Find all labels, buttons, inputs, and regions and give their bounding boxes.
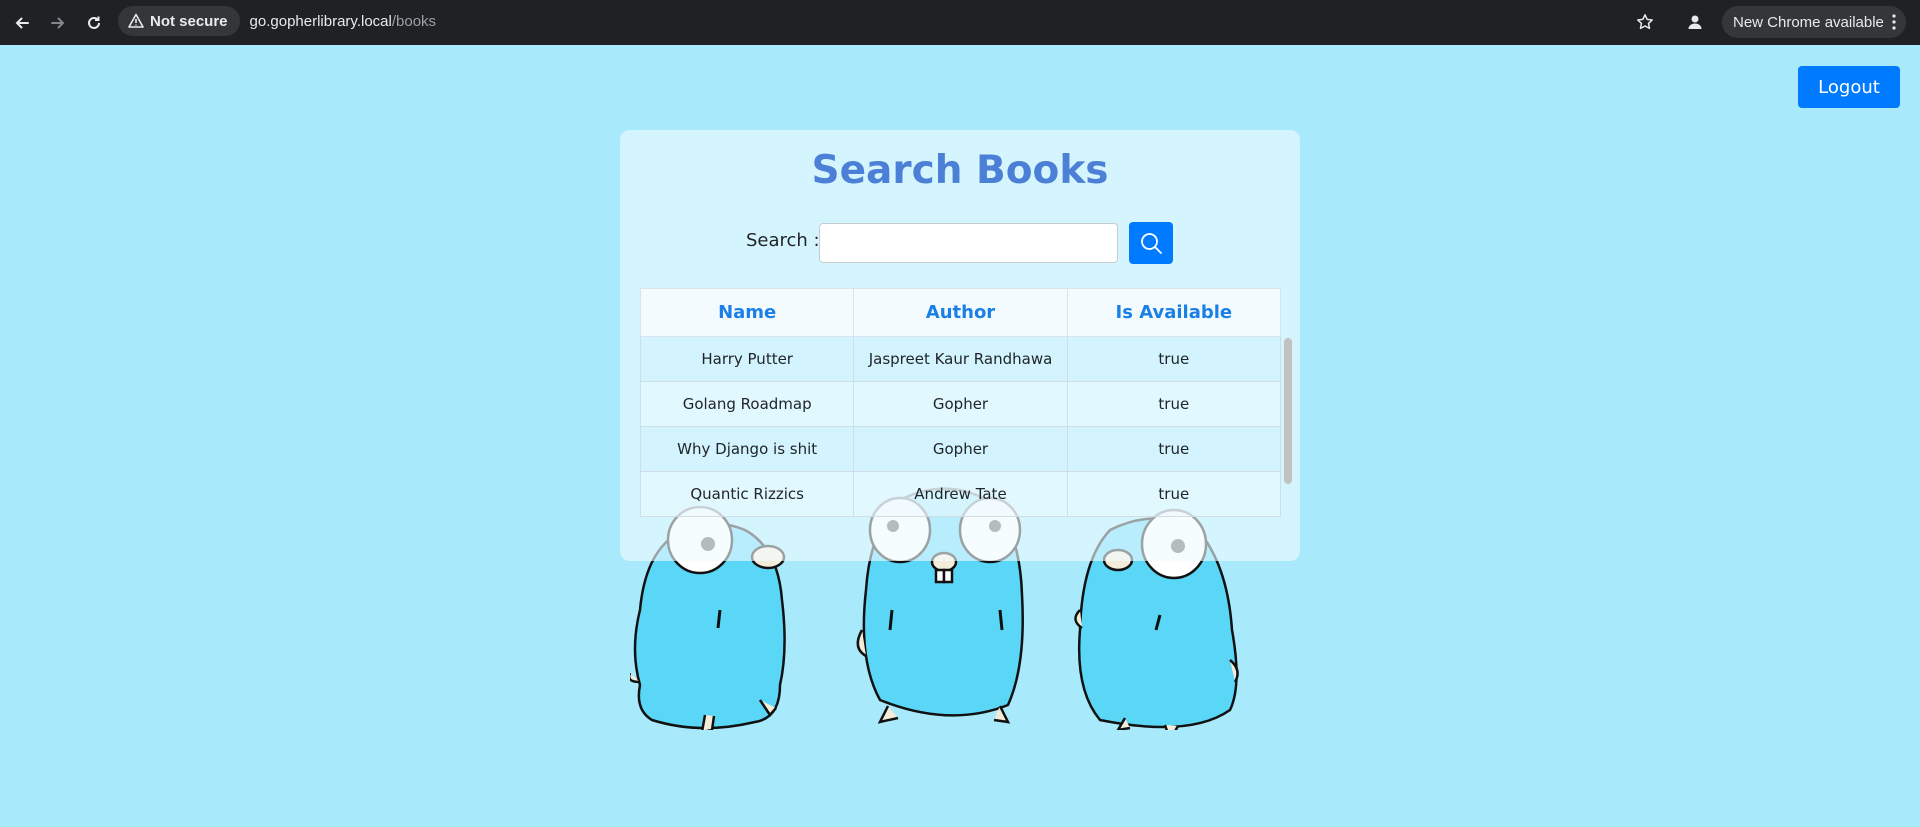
column-header-name[interactable]: Name: [640, 288, 855, 337]
cell-available: true: [1066, 381, 1282, 427]
books-table-container[interactable]: Name Author Is Available Harry Putter Ja…: [640, 288, 1284, 517]
arrow-right-icon: [51, 17, 65, 28]
url-host: go.gopherlibrary.local: [249, 12, 392, 30]
table-scrollbar-thumb[interactable]: [1284, 338, 1292, 484]
security-label: Not secure: [150, 12, 228, 30]
reload-button[interactable]: [76, 5, 112, 41]
table-row: Quantic Rizzics Andrew Tate true: [640, 471, 1282, 517]
cell-author: Jaspreet Kaur Randhawa: [853, 336, 1068, 382]
cell-name: Harry Putter: [640, 336, 855, 382]
magnifier-icon: [1141, 233, 1162, 254]
table-row: Why Django is shit Gopher true: [640, 426, 1282, 472]
bookmark-button[interactable]: [1630, 9, 1660, 35]
cell-name: Why Django is shit: [640, 426, 855, 472]
profile-button[interactable]: [1680, 8, 1710, 36]
cell-author: Andrew Tate: [853, 471, 1068, 517]
forward-button[interactable]: [40, 5, 76, 41]
arrow-left-icon: [15, 17, 29, 28]
url-text: go.gopherlibrary.local/books: [250, 13, 437, 30]
search-books-panel: Search Books Search : Name Author Is Ava…: [620, 130, 1300, 561]
cell-author: Gopher: [853, 381, 1068, 427]
table-header-row: Name Author Is Available: [640, 288, 1282, 337]
browser-toolbar: Not secure go.gopherlibrary.local/books …: [0, 0, 1920, 45]
address-bar[interactable]: Not secure go.gopherlibrary.local/books: [118, 6, 1670, 36]
table-row: Golang Roadmap Gopher true: [640, 381, 1282, 427]
reload-icon: [88, 16, 100, 29]
search-button[interactable]: [1129, 222, 1173, 264]
page-title: Search Books: [811, 148, 1109, 193]
cell-available: true: [1066, 336, 1282, 382]
update-label: New Chrome available: [1733, 13, 1884, 31]
url-path: /books: [391, 12, 437, 30]
table-row: Harry Putter Jaspreet Kaur Randhawa true: [640, 336, 1282, 382]
update-chrome-button[interactable]: New Chrome available: [1722, 6, 1906, 38]
cell-name: Quantic Rizzics: [640, 471, 855, 517]
logout-button[interactable]: Logout: [1798, 66, 1900, 108]
site-info-chip[interactable]: Not secure: [118, 6, 240, 36]
cell-available: true: [1066, 426, 1282, 472]
column-header-is-available[interactable]: Is Available: [1066, 288, 1282, 337]
cell-available: true: [1066, 471, 1282, 517]
star-icon: [1637, 14, 1653, 30]
search-label: Search :: [746, 230, 820, 251]
back-button[interactable]: [4, 5, 40, 41]
warning-triangle-icon: [128, 13, 144, 28]
search-input[interactable]: [819, 223, 1118, 263]
cell-author: Gopher: [853, 426, 1068, 472]
kebab-menu-icon: [1892, 14, 1896, 30]
books-table: Name Author Is Available Harry Putter Ja…: [640, 288, 1282, 517]
cell-name: Golang Roadmap: [640, 381, 855, 427]
person-icon: [1688, 15, 1702, 29]
column-header-author[interactable]: Author: [853, 288, 1068, 337]
